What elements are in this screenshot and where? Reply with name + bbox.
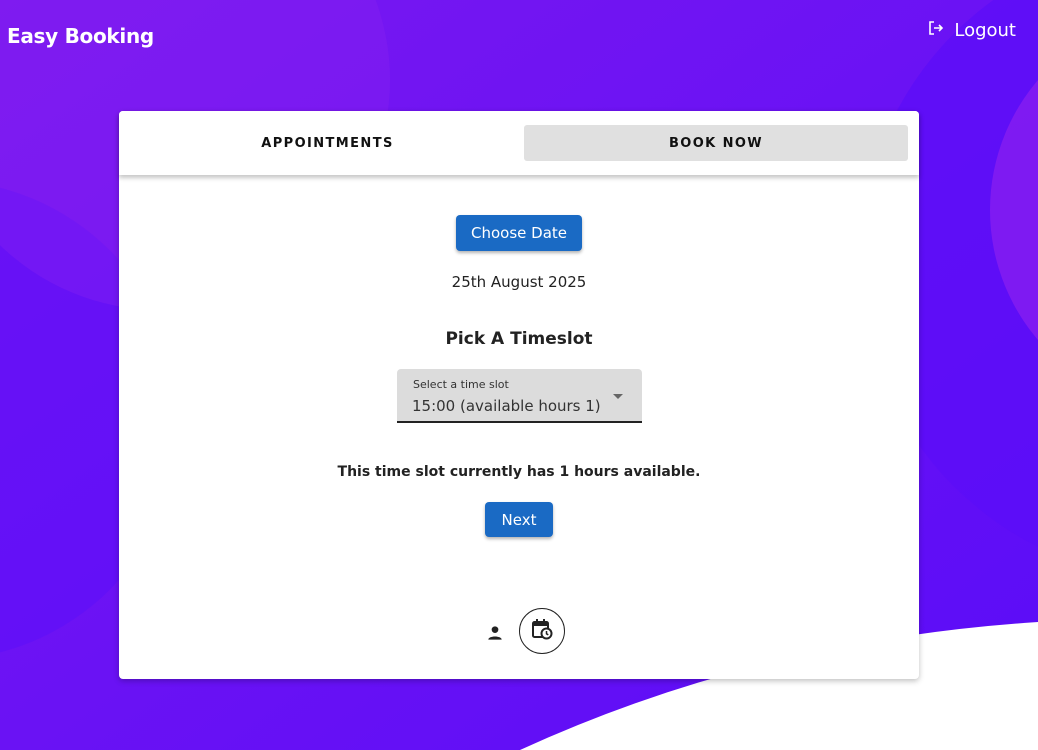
timeslot-select[interactable]: Select a time slot 15:00 (available hour… bbox=[397, 369, 642, 423]
person-icon bbox=[483, 621, 507, 645]
timeslot-heading: Pick A Timeslot bbox=[445, 329, 593, 349]
timeslot-select-label: Select a time slot bbox=[413, 378, 509, 391]
timeslot-select-value: 15:00 (available hours 1) bbox=[412, 397, 601, 415]
logout-button[interactable]: Logout bbox=[928, 20, 1016, 41]
availability-text: This time slot currently has 1 hours ava… bbox=[337, 464, 701, 480]
booking-card: APPOINTMENTS BOOK NOW Choose Date 25th A… bbox=[119, 111, 919, 679]
choose-date-button[interactable]: Choose Date bbox=[456, 215, 582, 251]
next-button[interactable]: Next bbox=[485, 502, 553, 537]
tab-book-now[interactable]: BOOK NOW bbox=[524, 125, 908, 161]
app-title: Easy Booking bbox=[7, 24, 154, 48]
tab-appointments[interactable]: APPOINTMENTS bbox=[137, 125, 518, 161]
logout-label: Logout bbox=[954, 20, 1016, 41]
logout-icon bbox=[928, 20, 944, 41]
dropdown-arrow-icon bbox=[613, 394, 623, 399]
step-schedule[interactable] bbox=[519, 608, 565, 654]
calendar-clock-icon bbox=[530, 617, 554, 646]
tab-bar: APPOINTMENTS BOOK NOW bbox=[119, 111, 919, 175]
selected-date: 25th August 2025 bbox=[451, 273, 587, 291]
